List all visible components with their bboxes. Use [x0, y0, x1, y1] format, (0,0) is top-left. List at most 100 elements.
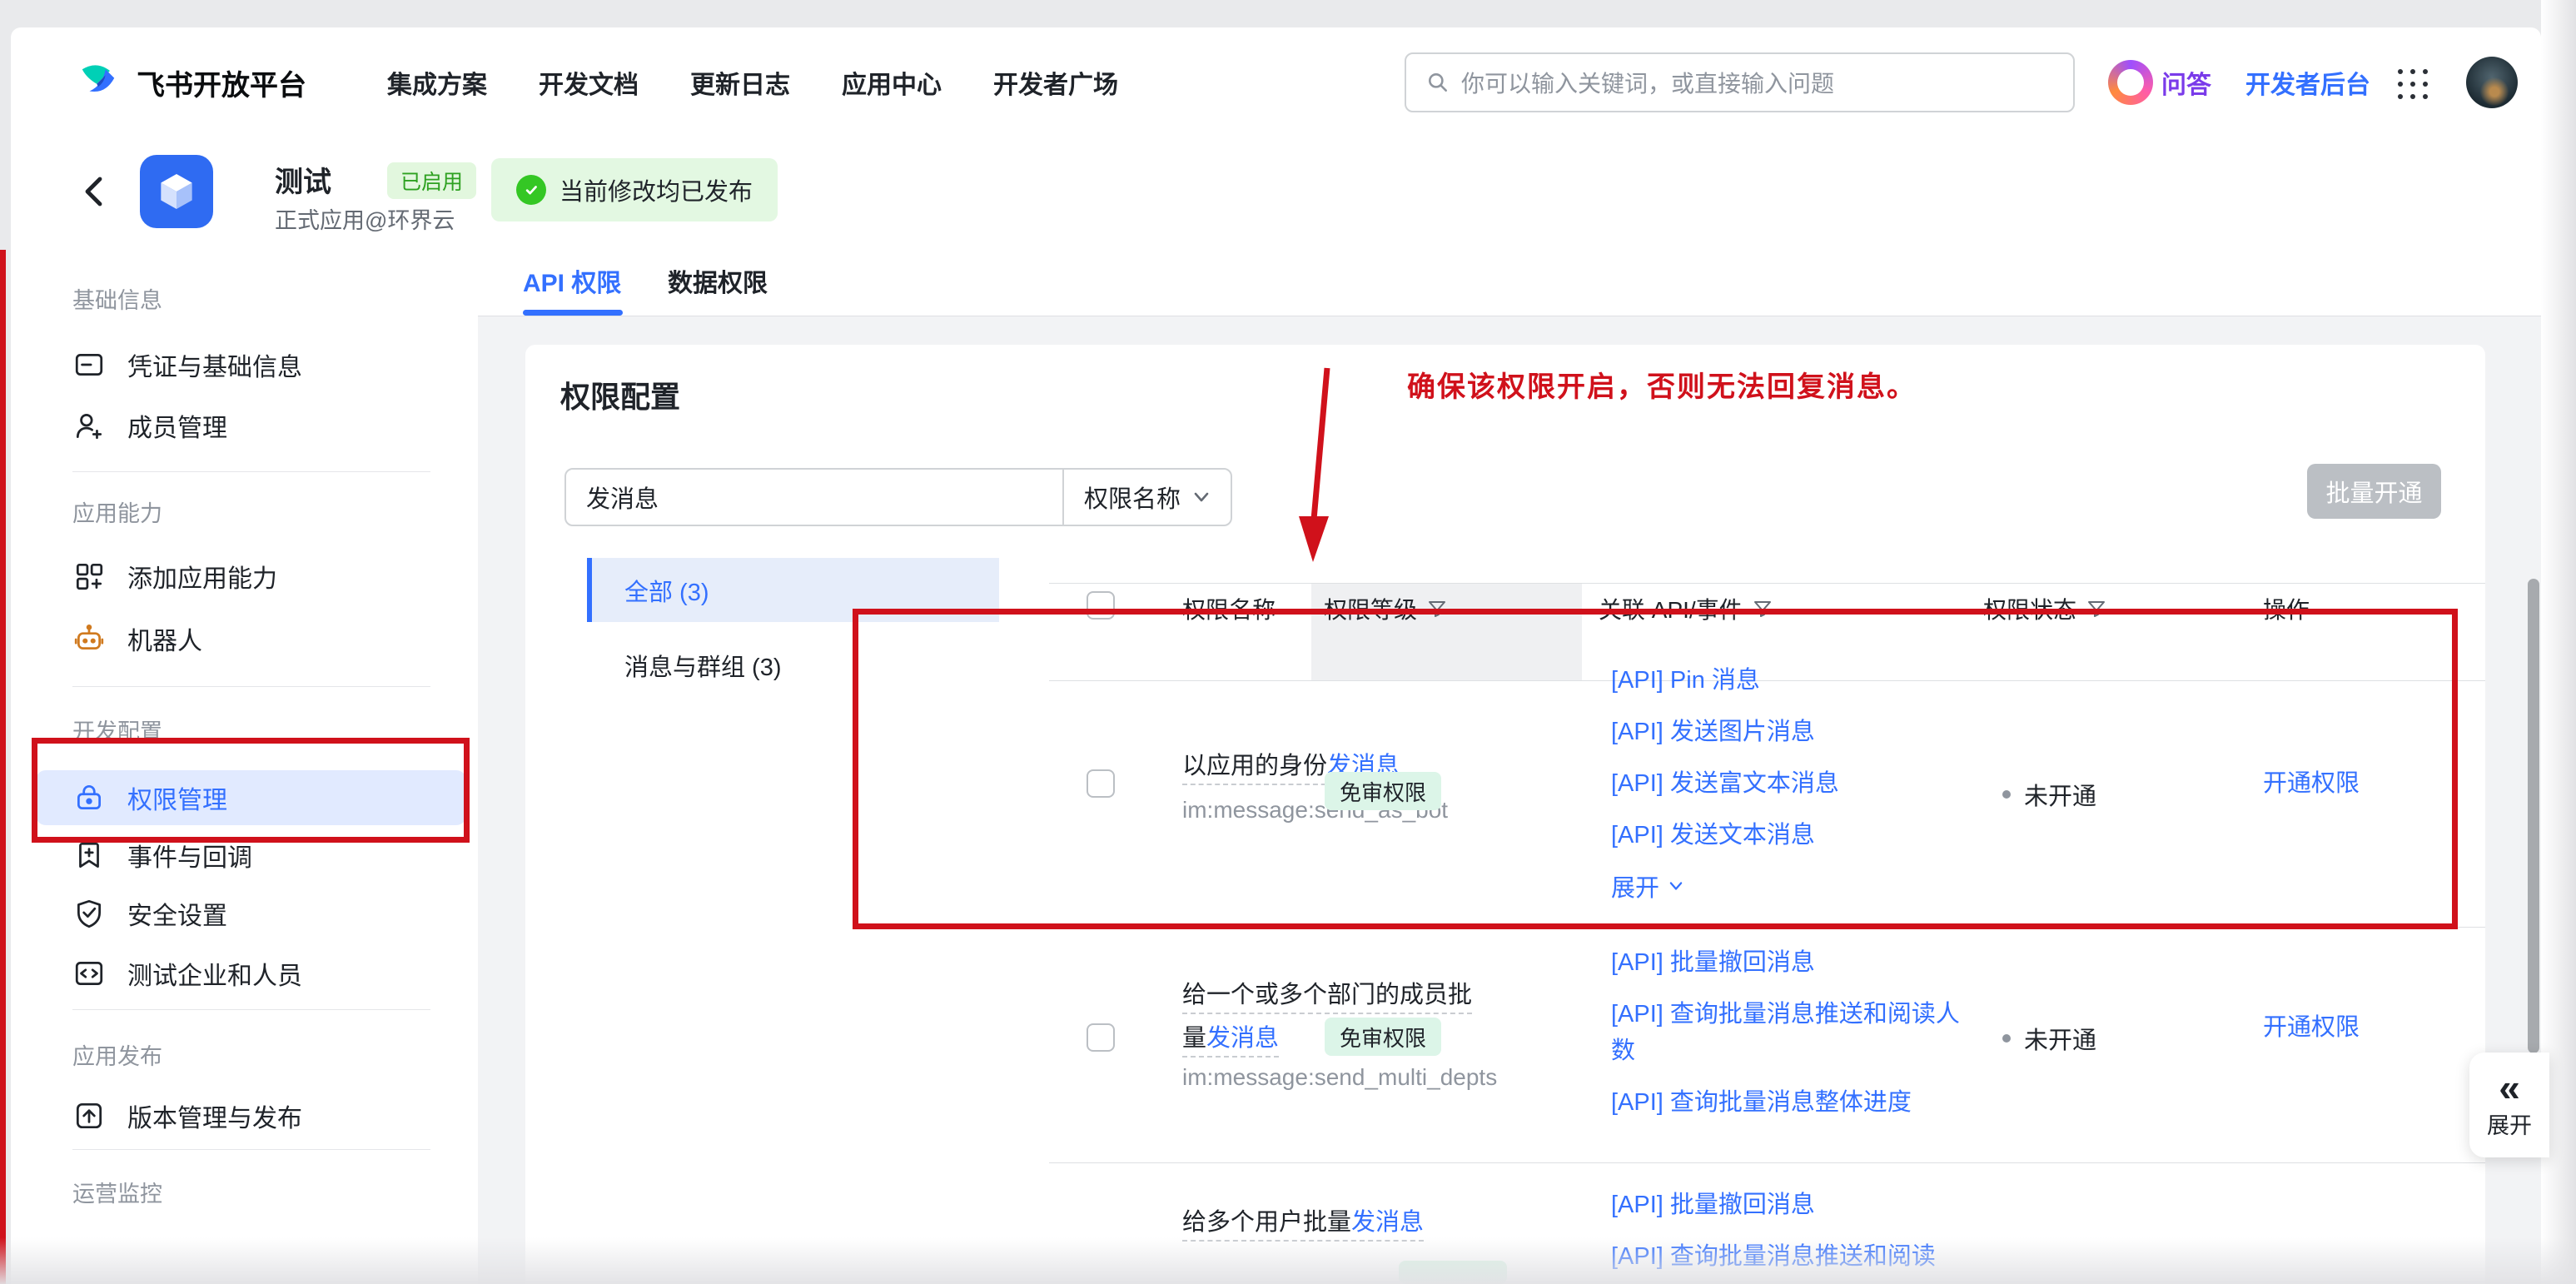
permission-tabs: API 权限 数据权限	[478, 246, 2541, 316]
feishu-logo[interactable]: 飞书开放平台	[75, 27, 306, 137]
tab-data-permissions[interactable]: 数据权限	[668, 246, 768, 315]
sidebar-item-label: 测试企业和人员	[127, 955, 302, 992]
red-annotation-arrow	[1292, 358, 1350, 575]
nav-app-center[interactable]: 应用中心	[842, 64, 942, 101]
chevron-down-icon	[1192, 490, 1211, 504]
api-link[interactable]: [API] 查询批量消息推送和阅读	[1611, 1238, 1971, 1275]
sidebar-item-label: 安全设置	[127, 895, 227, 932]
search-value: 发消息	[566, 470, 1062, 525]
category-label: 全部 (3)	[624, 573, 709, 608]
api-link[interactable]: [API] 批量撤回消息	[1611, 944, 1971, 981]
status-label: 未开通	[2024, 1021, 2096, 1056]
search-placeholder: 你可以输入关键词，或直接输入问题	[1461, 66, 1834, 99]
feishu-open-platform-console: 飞书开放平台 集成方案 开发文档 更新日志 应用中心 开发者广场 你可以输入关键…	[0, 0, 2576, 1284]
code-icon	[72, 957, 106, 990]
sidebar-item-members[interactable]: 成员管理	[36, 401, 466, 450]
user-avatar[interactable]	[2466, 57, 2518, 108]
table-top-border	[1049, 583, 2485, 584]
check-circle-icon	[516, 175, 546, 205]
api-link[interactable]: [API] 查询批量消息推送和阅读人数	[1611, 996, 1971, 1069]
robot-icon	[72, 622, 106, 655]
publish-icon	[72, 1099, 106, 1132]
permission-name-text: 给多个用户批量	[1182, 1209, 1351, 1236]
credential-icon	[72, 348, 106, 381]
permission-search-input[interactable]: 发消息 权限名称	[564, 468, 1232, 526]
publish-status-text: 当前修改均已发布	[559, 172, 753, 207]
sidebar-divider	[72, 1009, 430, 1010]
back-button[interactable]	[79, 174, 111, 209]
app-header: 测试 已启用 正式应用@环界云 当前修改均已发布	[11, 137, 2541, 246]
red-annotation-box-row	[853, 609, 2458, 929]
sidebar-item-credentials[interactable]: 凭证与基础信息	[36, 340, 466, 390]
active-category-bar	[587, 558, 592, 622]
sidebar-item-label: 添加应用能力	[127, 558, 277, 595]
sidebar-item-security[interactable]: 安全设置	[36, 888, 466, 938]
shield-check-icon	[72, 897, 106, 930]
nav-changelog[interactable]: 更新日志	[690, 64, 790, 101]
add-capability-icon	[72, 560, 106, 593]
platform-title: 飞书开放平台	[137, 62, 306, 103]
row-divider	[1049, 1162, 2485, 1163]
app-name: 测试	[275, 159, 331, 200]
sidebar-section-ops: 运营监控	[72, 1179, 162, 1204]
permission-status: 未开通	[2002, 1021, 2096, 1056]
sidebar-divider	[72, 1149, 430, 1150]
feishu-logo-icon	[75, 59, 122, 106]
api-link[interactable]: [API] 查询批量消息整体进度	[1611, 1084, 1971, 1121]
sidebar-item-label: 机器人	[127, 620, 202, 657]
permission-level-tag: 免审权限	[1325, 1018, 1441, 1056]
global-search-input[interactable]: 你可以输入关键词，或直接输入问题	[1405, 52, 2075, 112]
qa-icon[interactable]	[2108, 60, 2153, 105]
active-tab-underline	[523, 310, 623, 316]
sidebar-item-add-capability[interactable]: 添加应用能力	[36, 551, 466, 601]
app-icon	[140, 155, 213, 228]
related-api-list: [API] 批量撤回消息 [API] 查询批量消息推送和阅读	[1611, 1187, 1971, 1284]
sidebar-item-test-org[interactable]: 测试企业和人员	[36, 948, 466, 998]
sidebar-item-version-release[interactable]: 版本管理与发布	[36, 1091, 466, 1141]
app-subtitle: 正式应用@环界云	[275, 202, 455, 235]
nav-docs[interactable]: 开发文档	[539, 64, 639, 101]
permission-level-tag	[1399, 1261, 1507, 1284]
sidebar-section-release: 应用发布	[72, 1042, 162, 1067]
sidebar-section-capability: 应用能力	[72, 499, 162, 524]
tab-api-permissions[interactable]: API 权限	[523, 246, 621, 315]
batch-enable-button[interactable]: 批量开通	[2307, 464, 2441, 519]
nav-integration[interactable]: 集成方案	[387, 64, 487, 101]
red-left-edge-line	[0, 250, 6, 1284]
row-checkbox[interactable]	[1087, 1023, 1115, 1052]
developer-console-link[interactable]: 开发者后台	[2241, 27, 2375, 137]
permission-name-match: 发消息	[1351, 1209, 1424, 1236]
top-nav-menu: 集成方案 开发文档 更新日志 应用中心 开发者广场	[387, 27, 1118, 137]
double-chevron-left-icon: «	[2499, 1071, 2520, 1104]
qa-link[interactable]: 问答	[2161, 27, 2211, 137]
sidebar-section-basic: 基础信息	[72, 286, 162, 311]
sidebar-item-label: 版本管理与发布	[127, 1097, 302, 1134]
sidebar-item-bot[interactable]: 机器人	[36, 614, 466, 664]
permission-code: im:message:send_multi_depts	[1182, 1064, 1497, 1091]
app-status-badge: 已启用	[387, 162, 476, 199]
api-link[interactable]: [API] 批量撤回消息	[1611, 1187, 1971, 1223]
event-callback-icon	[72, 839, 106, 872]
expand-panel-label: 展开	[2487, 1107, 2532, 1140]
nav-dev-plaza[interactable]: 开发者广场	[993, 64, 1118, 101]
status-dot-icon	[2002, 1034, 2011, 1043]
related-api-list: [API] 批量撤回消息 [API] 查询批量消息推送和阅读人数 [API] 查…	[1611, 944, 1971, 1136]
red-annotation-box-sidebar	[32, 738, 470, 843]
top-navigation-bar: 飞书开放平台 集成方案 开发文档 更新日志 应用中心 开发者广场 你可以输入关键…	[11, 27, 2541, 138]
enable-permission-link[interactable]: 开通权限	[2263, 1008, 2360, 1043]
sidebar-divider	[72, 686, 430, 687]
expand-panel-button[interactable]: « 展开	[2469, 1053, 2549, 1157]
vertical-scrollbar[interactable]	[2528, 579, 2539, 1053]
filter-dropdown-label: 权限名称	[1084, 480, 1181, 515]
sidebar-item-label: 成员管理	[127, 407, 227, 444]
card-title: 权限配置	[560, 373, 680, 416]
sidebar-divider	[72, 471, 430, 472]
apps-grid-icon[interactable]	[2398, 69, 2428, 99]
permission-name[interactable]: 给多个用户批量发消息	[1182, 1201, 1479, 1244]
red-annotation-text: 确保该权限开启，否则无法回复消息。	[1407, 364, 1917, 405]
member-add-icon	[72, 409, 106, 442]
sidebar-item-label: 凭证与基础信息	[127, 346, 302, 383]
search-filter-dropdown[interactable]: 权限名称	[1062, 470, 1231, 525]
permission-name-match: 发消息	[1206, 1025, 1279, 1052]
publish-status-banner: 当前修改均已发布	[491, 158, 778, 221]
